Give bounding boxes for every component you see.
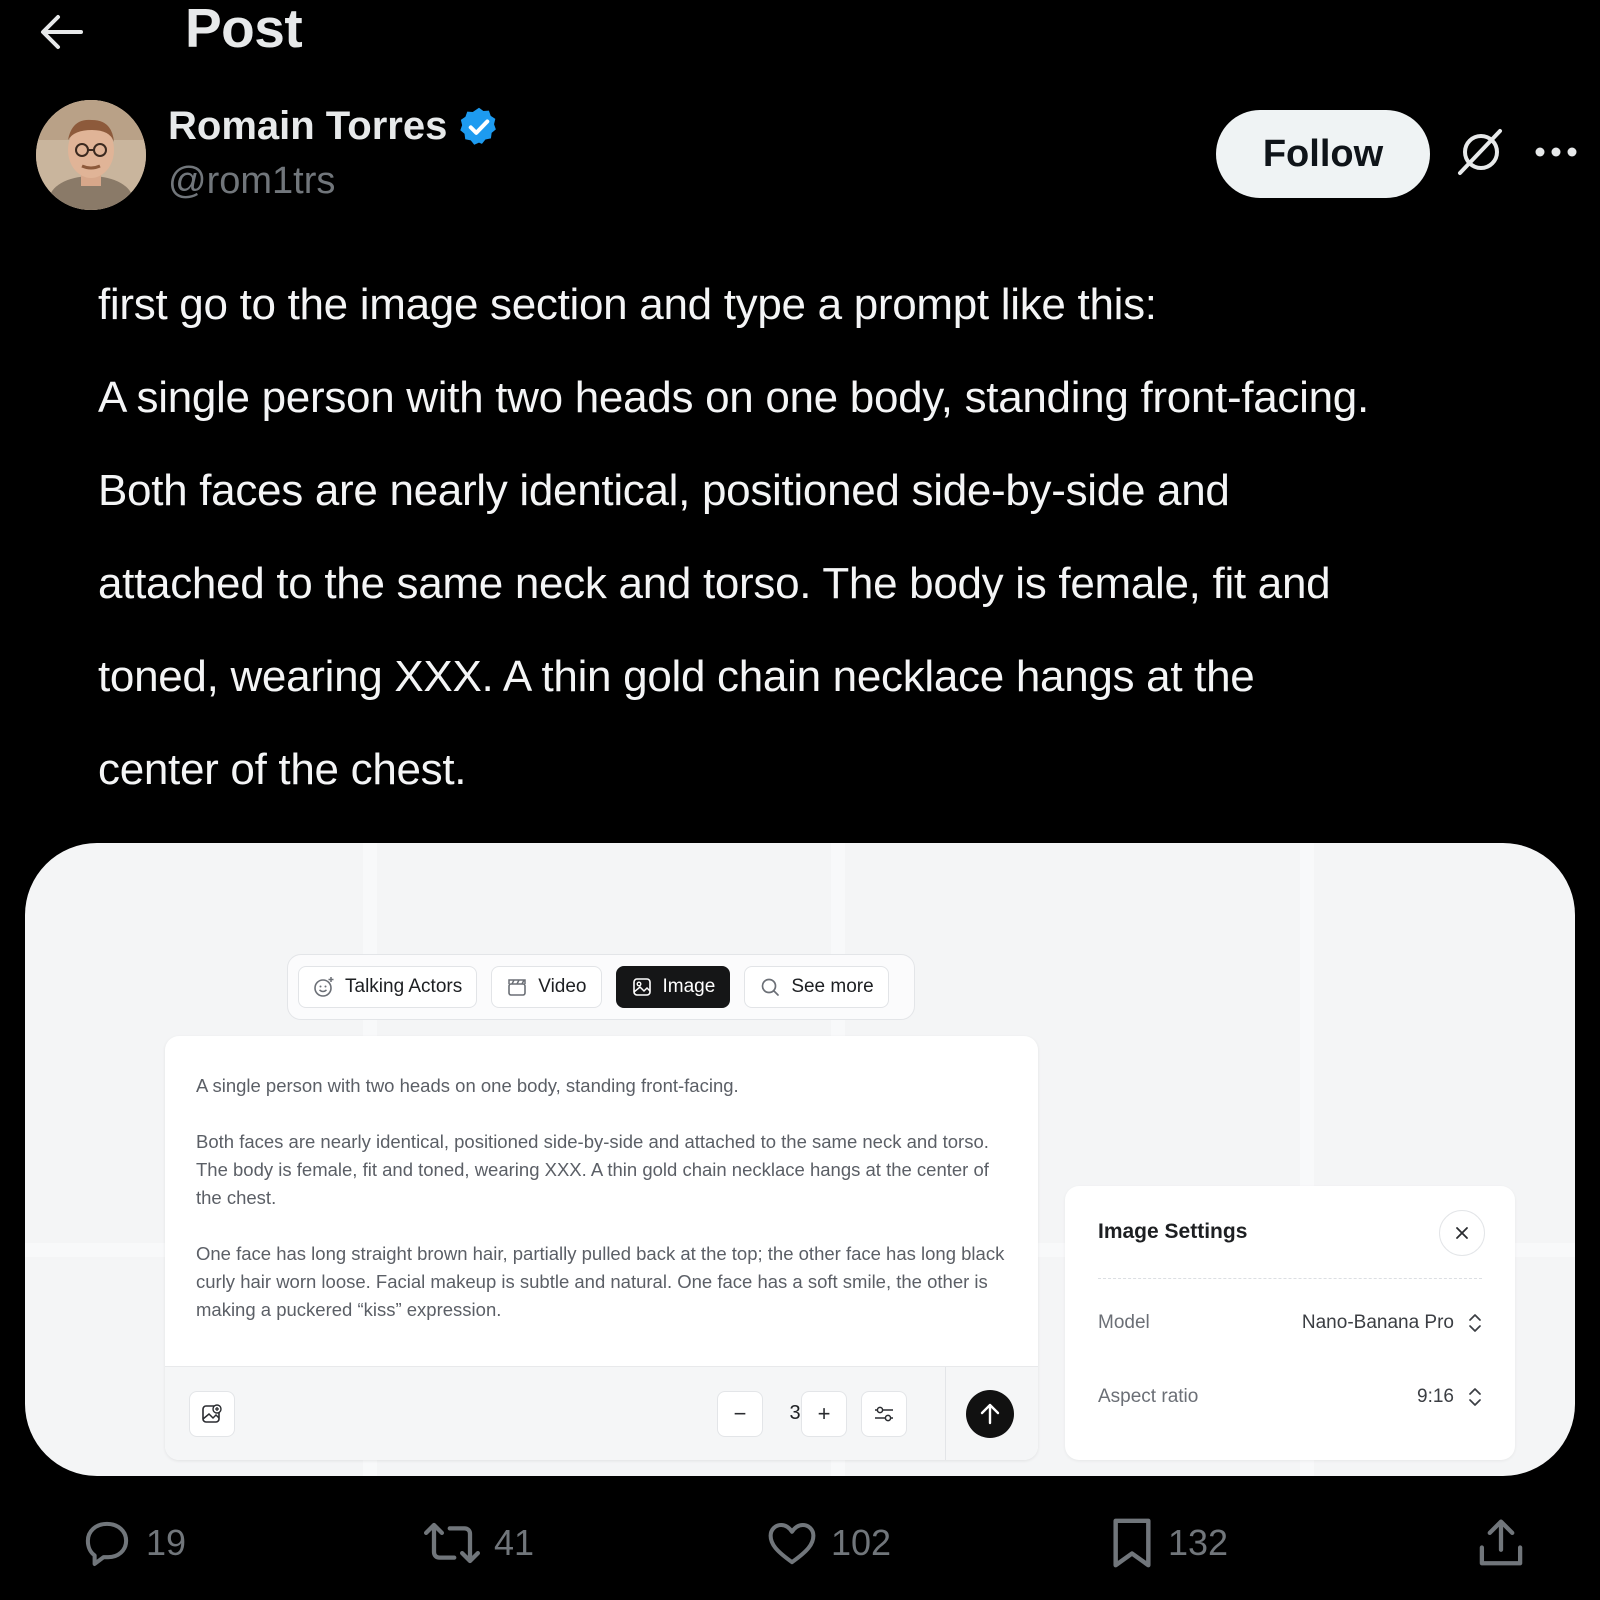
- decrease-quantity-button[interactable]: −: [717, 1391, 763, 1437]
- repost-count: 41: [494, 1522, 535, 1563]
- post-text-line: A single person with two heads on one bo…: [98, 373, 1369, 422]
- reply-count: 19: [146, 1522, 187, 1563]
- post-text-line: Both faces are nearly identical, positio…: [98, 466, 1230, 515]
- post-media-image[interactable]: Talking Actors Video Image See more A si…: [25, 843, 1575, 1476]
- page-title: Post: [185, 0, 303, 59]
- grok-icon: [1458, 129, 1502, 175]
- tab-label: See more: [791, 976, 874, 997]
- post-text: first go to the image section and type a…: [98, 258, 1558, 816]
- display-name[interactable]: Romain Torres: [168, 104, 501, 149]
- user-handle[interactable]: @rom1trs: [168, 160, 335, 203]
- avatar-image: [36, 100, 146, 210]
- verified-badge-icon: [460, 107, 497, 145]
- close-settings-button[interactable]: [1439, 1210, 1485, 1256]
- post-text-line: center of the chest.: [98, 745, 467, 794]
- more-horizontal-icon: [1535, 147, 1577, 157]
- model-value: Nano-Banana Pro: [1301, 1312, 1454, 1333]
- like-button[interactable]: 102: [765, 1508, 891, 1578]
- image-add-icon: [202, 1404, 222, 1423]
- chevron-up-down-icon: [1469, 1388, 1481, 1406]
- settings-divider: [1098, 1278, 1482, 1279]
- prompt-toolbar: − 3 +: [165, 1366, 1038, 1460]
- repost-button[interactable]: 41: [422, 1508, 534, 1578]
- footer-divider: [945, 1367, 946, 1460]
- heart-icon: [768, 1522, 816, 1565]
- prompt-paragraph: One face has long straight brown hair, p…: [196, 1243, 1005, 1320]
- clapperboard-icon: [508, 979, 527, 996]
- tab-image[interactable]: Image: [615, 966, 731, 1008]
- sliders-icon: [875, 1406, 893, 1422]
- model-setting-row: Model Nano-Banana Pro: [1098, 1303, 1482, 1343]
- tab-video[interactable]: Video: [491, 966, 602, 1008]
- aspect-ratio-value: 9:16: [1417, 1386, 1454, 1407]
- avatar[interactable]: [36, 100, 146, 210]
- author-row: Romain Torres @rom1trs Follow: [36, 100, 1577, 212]
- prompt-textarea[interactable]: A single person with two heads on one bo…: [196, 1072, 1016, 1352]
- model-select[interactable]: Nano-Banana Pro: [1302, 1311, 1482, 1335]
- increase-quantity-button[interactable]: +: [801, 1391, 847, 1437]
- post-text-line: attached to the same neck and torso. The…: [98, 559, 1331, 608]
- image-icon: [632, 978, 651, 996]
- reply-button[interactable]: 19: [80, 1508, 186, 1578]
- close-icon: [1456, 1227, 1468, 1239]
- search-icon: [761, 978, 780, 996]
- arrow-up-icon: [980, 1403, 1000, 1425]
- display-name-text: Romain Torres: [168, 104, 448, 148]
- settings-toggle-button[interactable]: [861, 1391, 907, 1437]
- share-button[interactable]: [1474, 1508, 1528, 1578]
- tab-label: Video: [538, 976, 587, 997]
- repost-icon: [423, 1522, 481, 1564]
- prompt-card: A single person with two heads on one bo…: [165, 1036, 1038, 1460]
- reply-icon: [85, 1521, 129, 1566]
- prompt-paragraph: A single person with two heads on one bo…: [196, 1075, 739, 1096]
- post-text-line: toned, wearing XXX. A thin gold chain ne…: [98, 652, 1255, 701]
- follow-button[interactable]: Follow: [1216, 110, 1430, 198]
- bookmark-count: 132: [1168, 1522, 1229, 1563]
- post-header: Post: [0, 0, 1600, 64]
- tab-label: Talking Actors: [345, 976, 463, 997]
- image-settings-panel: Image Settings Model Nano-Banana Pro Asp…: [1065, 1186, 1515, 1460]
- share-icon: [1479, 1519, 1523, 1566]
- post-action-bar: 19 41 102 132: [0, 1508, 1600, 1578]
- mode-tabs: Talking Actors Video Image See more: [287, 954, 915, 1020]
- chevron-up-down-icon: [1469, 1314, 1481, 1332]
- tab-see-more[interactable]: See more: [744, 966, 889, 1008]
- like-count: 102: [831, 1522, 892, 1563]
- model-label: Model: [1098, 1312, 1150, 1333]
- back-button[interactable]: [36, 8, 86, 56]
- bookmark-button[interactable]: 132: [1108, 1508, 1228, 1578]
- aspect-ratio-label: Aspect ratio: [1098, 1386, 1199, 1407]
- send-button[interactable]: [966, 1390, 1014, 1438]
- arrow-left-icon: [41, 15, 83, 49]
- more-button[interactable]: [1528, 122, 1584, 182]
- smile-sparkle-icon: [314, 977, 334, 997]
- tab-label: Image: [662, 976, 716, 997]
- bookmark-icon: [1113, 1518, 1151, 1568]
- aspect-ratio-select[interactable]: 9:16: [1417, 1385, 1482, 1409]
- prompt-paragraph: Both faces are nearly identical, positio…: [196, 1131, 989, 1208]
- aspect-ratio-setting-row: Aspect ratio 9:16: [1098, 1377, 1482, 1417]
- post-text-line: first go to the image section and type a…: [98, 280, 1157, 329]
- settings-title: Image Settings: [1098, 1220, 1248, 1243]
- grok-button[interactable]: [1450, 122, 1510, 182]
- tab-talking-actors[interactable]: Talking Actors: [298, 966, 478, 1008]
- upload-image-button[interactable]: [189, 1391, 235, 1437]
